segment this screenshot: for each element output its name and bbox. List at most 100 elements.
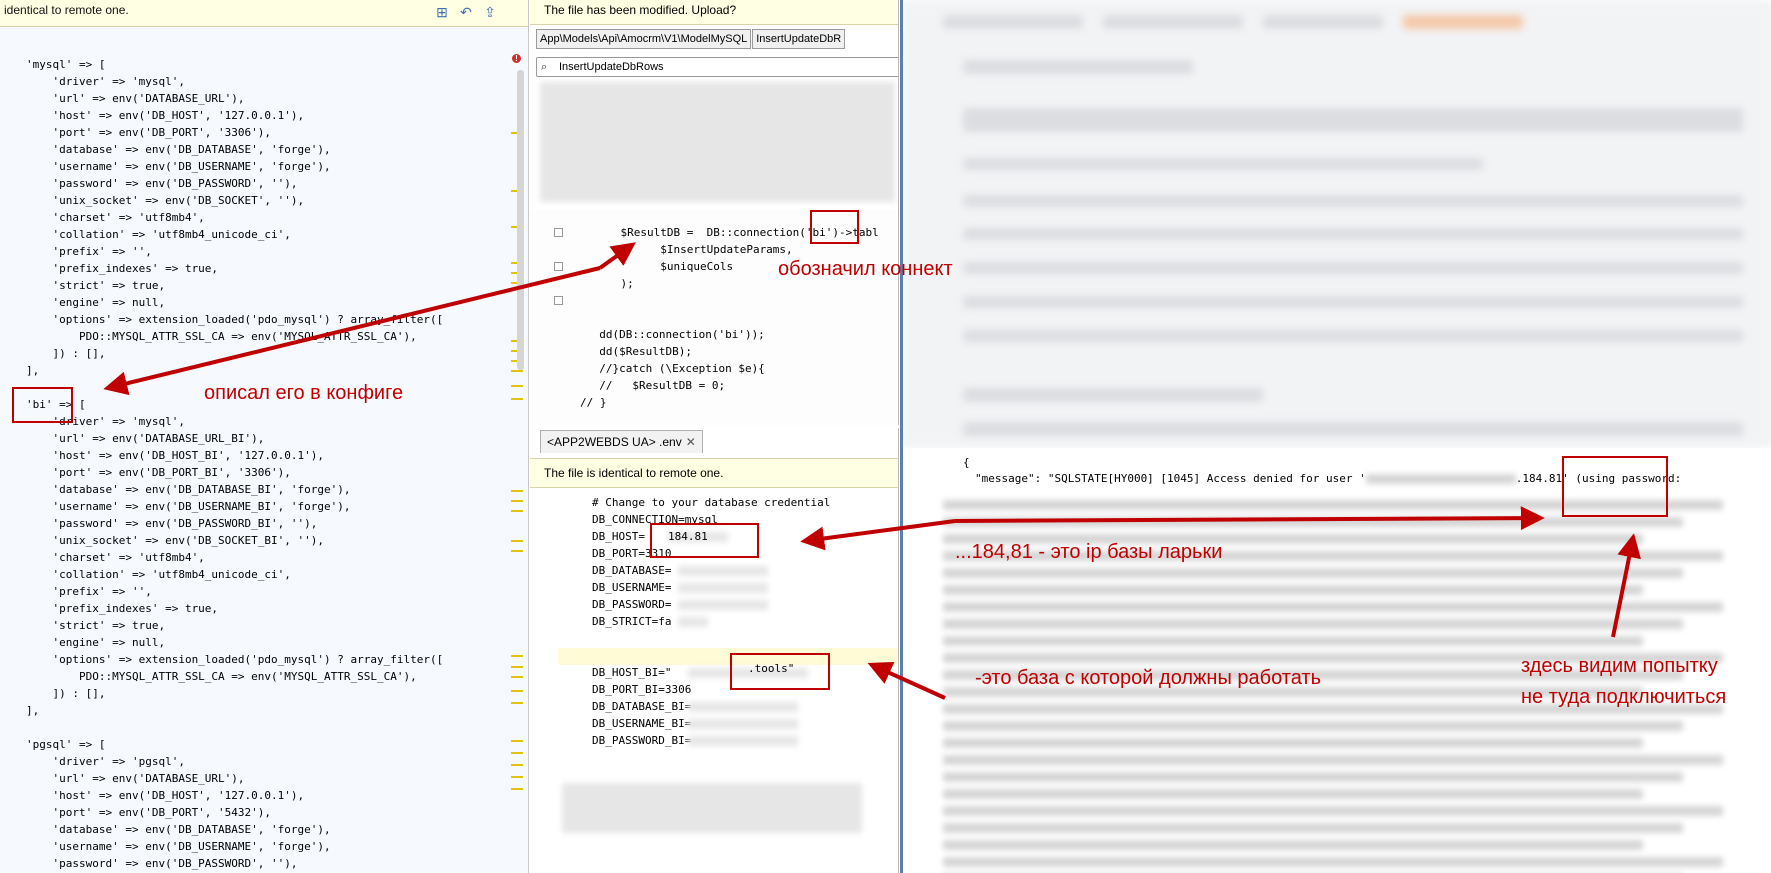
change-marker <box>511 666 523 668</box>
connection-name-box <box>810 210 859 244</box>
config-code-line: ]) : [], <box>26 347 106 360</box>
model-code-line: //}catch (\Exception $e){ <box>586 362 765 375</box>
upload-icon[interactable]: ⇪ <box>482 4 498 20</box>
error-indicator-icon[interactable]: ! <box>512 54 521 63</box>
error-ip-box <box>1562 456 1668 517</box>
close-icon[interactable]: ✕ <box>686 435 696 449</box>
env-line: DB_DATABASE= <box>592 564 672 577</box>
blurred-comment <box>562 783 862 833</box>
config-editor-pane[interactable]: identical to remote one. ⊞ ↶ ⇪ 'mysql' =… <box>0 0 529 873</box>
config-code-line: 'strict' => true, <box>26 619 166 632</box>
env-editor-pane[interactable]: <APP2WEBDS UA> .env ✕ The file is identic… <box>530 428 899 873</box>
redacted-value <box>678 617 708 627</box>
change-marker <box>511 385 523 387</box>
config-code-line: 'url' => env('DATABASE_URL_BI'), <box>26 432 265 445</box>
change-marker <box>511 764 523 766</box>
blurred-code <box>540 82 895 202</box>
config-code-line: 'database' => env('DB_DATABASE', 'forge'… <box>26 823 331 836</box>
redacted-value <box>678 583 768 593</box>
env-line: # Change to your database credential <box>592 496 831 509</box>
redacted-response-line <box>943 789 1643 799</box>
search-value: InsertUpdateDbRows <box>559 61 664 73</box>
config-code-line: 'pgsql' => [ <box>26 738 106 751</box>
change-marker <box>511 752 523 754</box>
diff-icon[interactable]: ⊞ <box>434 4 450 20</box>
tab-env[interactable]: <APP2WEBDS UA> .env ✕ <box>540 430 703 453</box>
redacted-response-line <box>943 619 1683 629</box>
config-code-line: 'unix_socket' => env('DB_SOCKET', ''), <box>26 194 305 207</box>
env-line: DB_PORT_BI=3306 <box>592 683 692 696</box>
config-code-line: ], <box>26 364 40 377</box>
redacted-response-line <box>943 602 1723 612</box>
config-code-line: 'password' => env('DB_PASSWORD', ''), <box>26 177 298 190</box>
model-code-line: // $ResultDB = 0; <box>586 379 726 392</box>
model-code-line: dd(DB::connection('bi')); <box>586 328 765 341</box>
breadcrumb: App\Models\Api\Amocrm\V1\ModelMySQL Inser… <box>536 29 846 49</box>
redacted-response-line <box>943 857 1723 867</box>
config-code-line: 'password' => env('DB_PASSWORD_BI', ''), <box>26 517 318 530</box>
change-marker <box>511 788 523 790</box>
model-code-line: $uniqueCols <box>594 260 734 273</box>
left-banner-text: identical to remote one. <box>4 3 129 17</box>
config-code-line: 'charset' => 'utf8mb4', <box>26 211 205 224</box>
config-code-line: 'engine' => null, <box>26 636 166 649</box>
modified-banner: The file has been modified. Upload? <box>530 0 898 25</box>
config-code-line: 'port' => env('DB_PORT', '5432'), <box>26 806 272 819</box>
method-search-input[interactable]: ⌕ InsertUpdateDbRows <box>536 57 898 77</box>
change-marker <box>511 690 523 692</box>
redacted-response-line <box>943 772 1683 782</box>
redacted-response-line <box>943 721 1683 731</box>
redacted-response-line <box>943 517 1683 527</box>
breadcrumb-method[interactable]: InsertUpdateDbR <box>752 29 846 49</box>
annotation-config: описал его в конфиге <box>204 382 404 404</box>
config-code-line: 'collation' => 'utf8mb4_unicode_ci', <box>26 228 291 241</box>
redacted-value <box>678 600 768 610</box>
fold-icon[interactable] <box>554 296 563 305</box>
model-code-line: // } <box>580 396 607 409</box>
change-marker <box>511 776 523 778</box>
redacted-value <box>688 702 798 712</box>
modified-banner-text: The file has been modified. Upload? <box>544 3 737 17</box>
env-line: DB_STRICT=fa <box>592 615 672 628</box>
config-code-line: ]) : [], <box>26 687 106 700</box>
change-marker <box>511 490 523 492</box>
redacted-response-line <box>943 738 1643 748</box>
redacted-value <box>678 566 768 576</box>
env-line: DB_DATABASE_BI= <box>592 700 692 713</box>
redacted-value <box>688 719 798 729</box>
json-open-brace: { <box>963 456 970 469</box>
change-marker <box>511 500 523 502</box>
config-key-box <box>12 387 73 423</box>
config-code-line: 'host' => env('DB_HOST_BI', '127.0.0.1')… <box>26 449 325 462</box>
config-code-line: 'mysql' => [ <box>26 58 106 71</box>
redacted-response-line <box>943 840 1643 850</box>
config-code-line: 'prefix' => '', <box>26 585 152 598</box>
redacted-value <box>688 736 798 746</box>
config-code-line: PDO::MYSQL_ATTR_SSL_CA => env('MYSQL_ATT… <box>26 330 417 343</box>
change-marker <box>511 740 523 742</box>
undo-icon[interactable]: ↶ <box>458 4 474 20</box>
config-code-line: 'charset' => 'utf8mb4', <box>26 551 205 564</box>
env-line: DB_USERNAME= <box>592 581 672 594</box>
env-line: DB_HOST_BI=" <box>592 666 672 679</box>
config-code-line: 'prefix' => '', <box>26 245 152 258</box>
env-line: DB_PASSWORD_BI= <box>592 734 692 747</box>
annotation-target-db: -это база с которой должны работать <box>975 667 1321 689</box>
config-code-line: 'database' => env('DB_DATABASE', 'forge'… <box>26 143 331 156</box>
config-code-line: 'unix_socket' => env('DB_SOCKET_BI', '')… <box>26 534 325 547</box>
env-host-ip: 184.81 <box>668 530 708 543</box>
config-code-line: ], <box>26 704 40 717</box>
breadcrumb-path[interactable]: App\Models\Api\Amocrm\V1\ModelMySQL <box>536 29 752 49</box>
redacted-response-line <box>943 585 1643 595</box>
env-line: DB_USERNAME_BI= <box>592 717 692 730</box>
fold-icon[interactable] <box>554 262 563 271</box>
json-message-prefix: "message": "SQLSTATE[HY000] [1045] Acces… <box>975 472 1366 485</box>
config-code-line: 'driver' => 'mysql', <box>26 75 185 88</box>
config-code-line: 'port' => env('DB_PORT_BI', '3306'), <box>26 466 291 479</box>
config-code-line: 'engine' => null, <box>26 296 166 309</box>
config-code-line: 'host' => env('DB_HOST', '127.0.0.1'), <box>26 789 305 802</box>
api-client-pane[interactable]: { "message": "SQLSTATE[HY000] [1045] Acc… <box>900 0 1771 873</box>
fold-icon[interactable] <box>554 228 563 237</box>
left-scrollbar[interactable] <box>517 70 524 370</box>
change-marker <box>511 540 523 542</box>
